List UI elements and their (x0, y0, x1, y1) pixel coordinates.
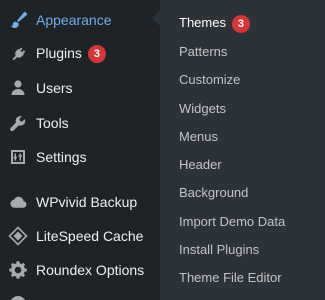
submenu-item-header[interactable]: Header (179, 155, 222, 175)
user-icon (8, 78, 28, 98)
gear-icon (8, 260, 28, 280)
cloud-icon (8, 192, 28, 212)
partial-menu-icon (8, 294, 28, 300)
sidebar-item-settings[interactable]: Settings (0, 140, 160, 174)
sidebar-item-label: WPvivid Backup (36, 194, 138, 210)
submenu-item-label: Themes (179, 15, 226, 30)
submenu-item-import-demo-data[interactable]: Import Demo Data (179, 212, 285, 232)
sidebar-item-tools[interactable]: Tools (0, 106, 160, 140)
sidebar-item-appearance[interactable]: Appearance (0, 3, 160, 37)
sidebar-item-wpvivid-backup[interactable]: WPvivid Backup (0, 185, 160, 219)
sidebar-item-litespeed-cache[interactable]: LiteSpeed Cache (0, 219, 160, 253)
sidebar-item-label: Plugins (36, 44, 82, 61)
submenu-item-install-plugins[interactable]: Install Plugins (179, 240, 259, 260)
submenu-item-customize[interactable]: Customize (179, 70, 240, 90)
sidebar-item-users[interactable]: Users (0, 71, 160, 105)
sidebar-item-plugins[interactable]: Plugins 3 (0, 37, 160, 71)
appearance-submenu: Themes 3 Patterns Customize Widgets Menus… (160, 0, 325, 300)
wrench-icon (8, 113, 28, 133)
submenu-item-patterns[interactable]: Patterns (179, 42, 227, 62)
theme-update-badge: 3 (231, 14, 250, 33)
sidebar-item-label: LiteSpeed Cache (36, 228, 144, 244)
paintbrush-icon (8, 10, 28, 30)
submenu-item-theme-file-editor[interactable]: Theme File Editor (179, 268, 282, 288)
sidebar-item-label: Appearance (36, 12, 112, 28)
submenu-item-background[interactable]: Background (179, 183, 248, 203)
submenu-item-menus[interactable]: Menus (179, 127, 218, 147)
update-count-badge: 3 (87, 45, 106, 64)
admin-sidebar: Appearance Plugins 3 Users Tools Settings (0, 0, 160, 300)
sidebar-item-roundex-options[interactable]: Roundex Options (0, 253, 160, 287)
sidebar-item-label: Settings (36, 149, 87, 165)
submenu-pointer-arrow (152, 10, 160, 26)
plug-icon (8, 44, 28, 64)
sidebar-item-label: Users (36, 80, 73, 96)
submenu-item-widgets[interactable]: Widgets (179, 99, 226, 119)
diamond-icon (8, 226, 28, 246)
sidebar-item-label: Tools (36, 115, 69, 131)
sliders-icon (8, 147, 28, 167)
sidebar-item-label: Roundex Options (36, 262, 145, 278)
submenu-item-themes[interactable]: Themes 3 (179, 13, 250, 33)
